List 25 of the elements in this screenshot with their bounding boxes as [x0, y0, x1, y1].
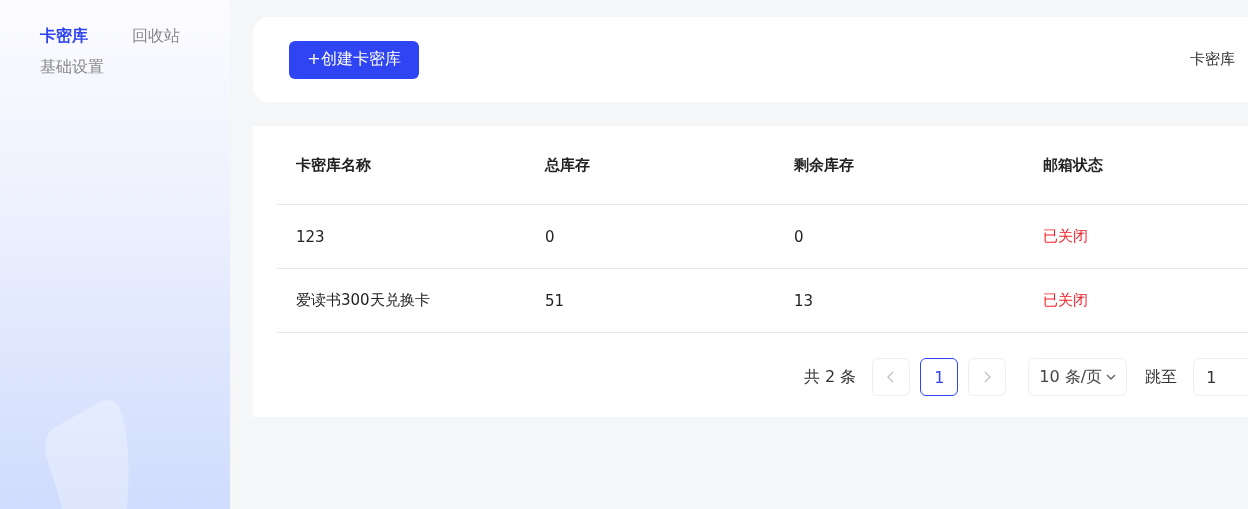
- sidebar-tab[interactable]: 回收站: [132, 26, 180, 47]
- chevron-left-icon: [887, 371, 896, 383]
- create-button[interactable]: +创建卡密库: [289, 40, 419, 79]
- chevron-down-icon: [1106, 373, 1117, 381]
- status-text: 已关闭: [1043, 291, 1089, 310]
- table-cell-text: 0: [545, 227, 556, 246]
- table-cell-text: 13: [794, 291, 815, 310]
- status-text: 已关闭: [1043, 227, 1089, 246]
- column-header: 剩余库存: [794, 155, 855, 175]
- column-header: 卡密库名称: [296, 155, 372, 175]
- chevron-right-icon: [983, 371, 992, 383]
- page-size-select[interactable]: 10 条/页: [1028, 358, 1128, 396]
- table-cell-text: 51: [545, 291, 566, 310]
- column-header: 总库存: [545, 155, 591, 175]
- sidebar-tab[interactable]: 卡密库: [40, 26, 88, 47]
- total-count: 共 2 条: [804, 366, 857, 388]
- column-header: 邮箱状态: [1043, 155, 1104, 175]
- table-cell-text: 0: [794, 227, 805, 246]
- jump-input[interactable]: 1: [1193, 358, 1248, 396]
- sidebar-item[interactable]: 基础设置: [40, 57, 104, 78]
- jump-label: 跳至: [1145, 366, 1178, 388]
- table-cell-text: 爱读书300天兑换卡: [296, 291, 431, 310]
- table-cell-text: 123: [296, 227, 326, 246]
- page-button[interactable]: 1: [920, 358, 959, 396]
- filter-label: 卡密库: [1190, 50, 1235, 69]
